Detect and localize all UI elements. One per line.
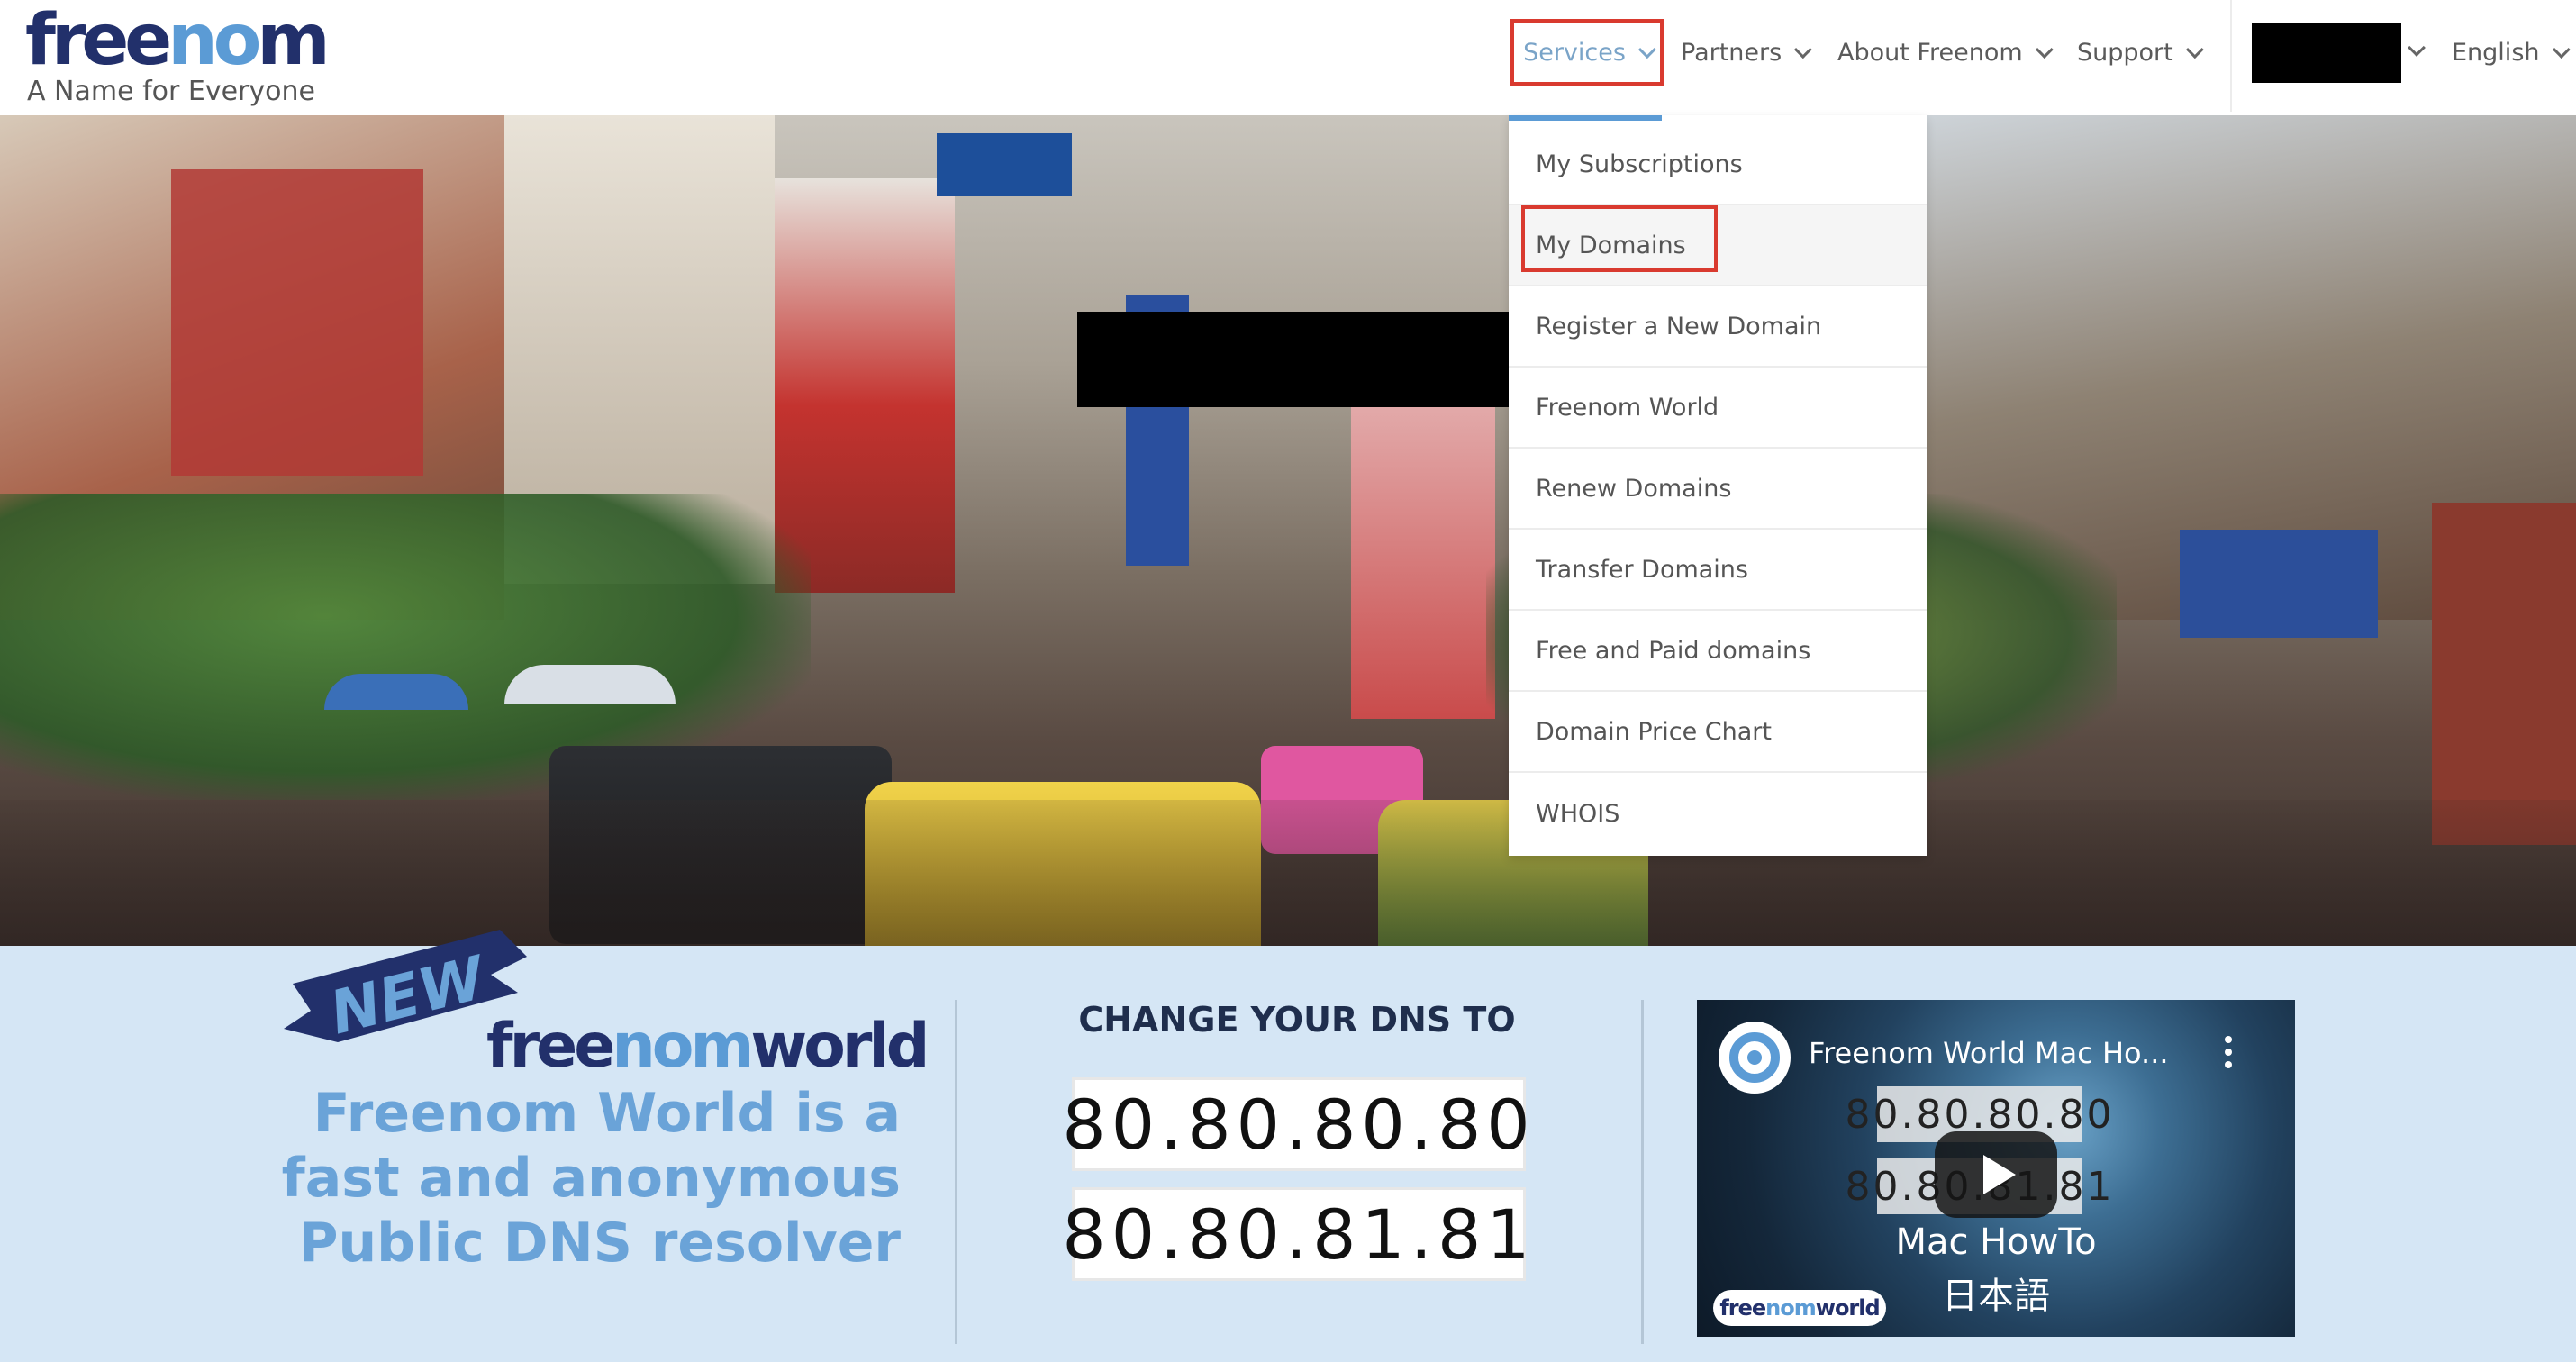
chevron-down-icon <box>1794 41 1812 59</box>
section-divider <box>1641 1000 1644 1344</box>
channel-logo-icon[interactable] <box>1719 1022 1791 1094</box>
chevron-down-icon <box>2185 41 2204 59</box>
nav-support-label: Support <box>2077 38 2173 67</box>
chevron-down-icon <box>2035 41 2054 59</box>
dropdown-accent-bar <box>1509 115 1662 121</box>
menu-item-domain-price-chart[interactable]: Domain Price Chart <box>1509 692 1927 773</box>
description-line: fast and anonymous <box>281 1147 901 1210</box>
more-options-icon[interactable] <box>2223 1036 2234 1072</box>
menu-item-renew-domains[interactable]: Renew Domains <box>1509 449 1927 530</box>
hero-street-photo <box>0 115 2576 946</box>
video-freenomworld-badge: free nom world <box>1713 1290 1886 1326</box>
video-title[interactable]: Freenom World Mac Ho... <box>1809 1036 2169 1070</box>
nav-services-label: Services <box>1523 38 1626 67</box>
dns-secondary-value: 80.80.81.81 <box>1062 1187 1530 1281</box>
services-dropdown-menu: My Subscriptions My Domains Register a N… <box>1509 115 1927 856</box>
play-icon[interactable] <box>1935 1131 2057 1218</box>
menu-item-whois[interactable]: WHOIS <box>1509 773 1927 854</box>
menu-item-free-and-paid-domains[interactable]: Free and Paid domains <box>1509 611 1927 692</box>
menu-item-register-new-domain[interactable]: Register a New Domain <box>1509 286 1927 368</box>
menu-item-freenom-world[interactable]: Freenom World <box>1509 368 1927 449</box>
freenom-world-promo: NEW freenomworld Freenom World is a fast… <box>0 930 2576 1362</box>
chevron-down-icon <box>1637 41 1656 59</box>
logo-tagline: A Name for Everyone <box>27 76 315 107</box>
nav-divider <box>2230 0 2232 112</box>
description-line: Freenom World is a <box>313 1082 901 1145</box>
video-caption: Mac HowTo <box>1895 1221 2097 1263</box>
freenomworld-logo[interactable]: freenomworld <box>486 1011 930 1082</box>
dns-heading: CHANGE YOUR DNS TO <box>1078 1000 1516 1040</box>
nav-about-label: About Freenom <box>1837 38 2023 67</box>
nav-partners-label: Partners <box>1681 38 1782 67</box>
nav-about-freenom[interactable]: About Freenom <box>1837 31 2054 74</box>
redacted-banner <box>1077 312 1511 407</box>
nav-services[interactable]: Services <box>1510 19 1664 86</box>
section-divider <box>955 1000 957 1344</box>
chevron-down-icon <box>2552 41 2571 59</box>
description-line: Public DNS resolver <box>298 1212 901 1275</box>
menu-item-my-domains[interactable]: My Domains <box>1509 205 1927 286</box>
language-label: English <box>2452 38 2540 67</box>
menu-item-transfer-domains[interactable]: Transfer Domains <box>1509 530 1927 611</box>
nav-partners[interactable]: Partners <box>1681 31 1812 74</box>
freenom-logo[interactable]: freenom A Name for Everyone <box>25 0 331 107</box>
dns-primary-value: 80.80.80.80 <box>1062 1077 1530 1171</box>
chevron-down-icon[interactable] <box>2408 39 2426 57</box>
language-selector[interactable]: English <box>2452 31 2571 74</box>
youtube-video-embed[interactable]: Freenom World Mac Ho... 80.80.80.80 80.8… <box>1697 1000 2295 1337</box>
redacted-account-menu[interactable] <box>2252 23 2401 83</box>
freenomworld-description: Freenom World is a fast and anonymous Pu… <box>225 1081 901 1276</box>
site-header: freenom A Name for Everyone Services Par… <box>0 0 2576 115</box>
menu-item-my-subscriptions[interactable]: My Subscriptions <box>1509 124 1927 205</box>
logo-wordmark: freenom <box>25 0 331 81</box>
nav-support[interactable]: Support <box>2077 31 2204 74</box>
